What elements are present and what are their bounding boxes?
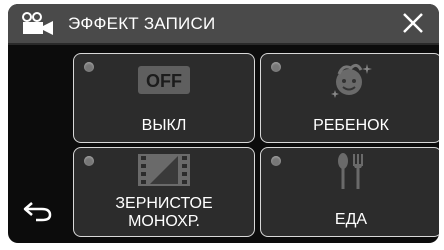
option-label: ВЫКЛ [141,117,187,134]
cutlery-icon [338,153,363,189]
radio-indicator [84,156,94,166]
off-icon: OFF [138,66,190,94]
option-grainy-mono-button[interactable]: ЗЕРНИСТОЕ МОНОХР. [73,147,255,237]
screen: ЭФФЕКТ ЗАПИСИ OFF ВЫКЛ РЕБЕНОК ЗЕРНИСТОЕ… [8,4,439,243]
option-food-button[interactable]: ЕДА [260,147,439,237]
option-label: ЕДА [334,211,368,228]
baby-face-icon [331,63,372,98]
option-off-button[interactable]: OFF ВЫКЛ [73,53,255,143]
top-bar: ЭФФЕКТ ЗАПИСИ [8,4,439,45]
video-camera-icon [22,12,53,35]
page-title: ЭФФЕКТ ЗАПИСИ [68,14,216,33]
option-label-line1: ЗЕРНИСТОЕ [115,195,213,212]
radio-indicator [84,62,94,72]
option-baby-button[interactable]: РЕБЕНОК [260,53,439,143]
close-icon[interactable] [399,9,427,37]
radio-indicator [271,156,281,166]
radio-indicator [271,62,281,72]
svg-text:OFF: OFF [146,71,182,91]
option-label-line2: МОНОХР. [128,213,200,230]
option-label: РЕБЕНОК [313,117,389,134]
grainy-film-icon [138,154,190,186]
back-arrow-icon[interactable] [22,199,54,223]
